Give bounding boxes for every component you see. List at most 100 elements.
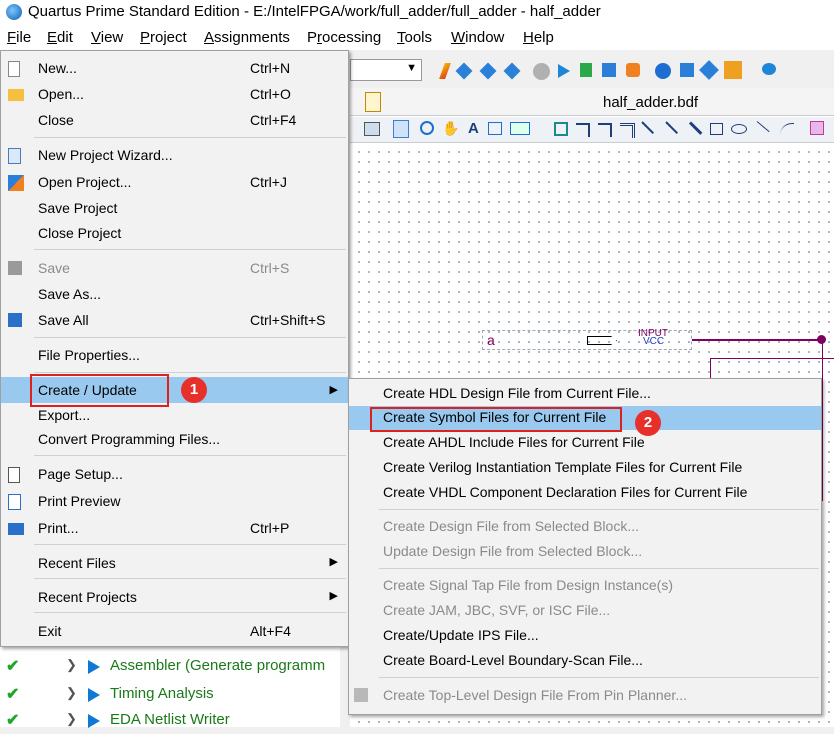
submenu-item[interactable]: Create AHDL Include Files for Current Fi… [349,431,821,455]
submenu-item[interactable]: Create HDL Design File from Current File… [349,382,821,406]
partial-line-select-icon[interactable] [810,121,824,135]
separator [34,137,346,138]
stop-icon[interactable] [533,63,550,80]
menu-help[interactable]: Help [523,29,554,46]
play-icon [88,688,100,702]
pencil-icon[interactable] [439,63,451,79]
submenu-item-label: Create HDL Design File from Current File… [383,385,651,401]
menu-item-new[interactable]: New... Ctrl+N [1,57,348,81]
orthogonal-bus-icon[interactable] [598,123,612,137]
revision-combo[interactable]: ▼ [350,59,422,81]
task-row[interactable]: ✔ ❯ Timing Analysis [0,682,340,708]
selection-tool-icon[interactable] [393,120,409,138]
submenu-arrow-icon: ▶ [329,384,338,396]
rtl-viewer-icon[interactable] [699,60,719,80]
menu-item-close-project[interactable]: Close Project [1,222,348,246]
chevron-right-icon[interactable]: ❯ [66,685,77,701]
submenu-item[interactable]: Create/Update IPS File... [349,624,821,648]
menu-item-label: File Properties... [38,347,140,363]
menu-item-exit[interactable]: Exit Alt+F4 [1,620,348,644]
menu-item-open-project[interactable]: Open Project... Ctrl+J [1,171,348,195]
menu-item-recent-files[interactable]: Recent Files ▶ [1,552,348,576]
menu-item-save-project[interactable]: Save Project [1,197,348,221]
text-tool-icon[interactable]: A [468,120,479,137]
block-tool-icon[interactable] [554,122,568,136]
separator [34,612,346,613]
diagonal-bus-icon[interactable] [665,121,679,135]
submenu-item[interactable]: Create VHDL Component Declaration Files … [349,481,821,505]
submenu-item[interactable]: Create Verilog Instantiation Template Fi… [349,456,821,480]
submenu-item[interactable]: Update Design File from Selected Block..… [349,540,821,564]
annotation-badge: 2 [635,410,661,436]
wizard-icon [8,148,21,164]
symbol-tool-icon[interactable] [488,122,502,135]
chevron-right-icon[interactable]: ❯ [66,711,77,727]
menu-item-convert-programming-files[interactable]: Convert Programming Files... [1,428,348,452]
menu-item-print-preview[interactable]: Print Preview [1,490,348,514]
menu-item-new-project-wizard[interactable]: New Project Wizard... [1,144,348,168]
chat-icon[interactable] [762,63,776,75]
task-row[interactable]: ✔ ❯ Assembler (Generate programm [0,654,340,680]
menu-tools[interactable]: Tools [397,29,432,46]
submenu-item[interactable]: Create Signal Tap File from Design Insta… [349,574,821,598]
submenu-item[interactable]: Create Board-Level Boundary-Scan File... [349,649,821,673]
menu-item-page-setup[interactable]: Page Setup... [1,463,348,487]
task-label: EDA Netlist Writer [110,711,230,728]
menu-item-file-properties[interactable]: File Properties... [1,344,348,368]
menu-window[interactable]: Window [451,29,504,46]
menu-assignments[interactable]: Assignments [204,29,290,46]
separator [34,337,346,338]
menu-item-open[interactable]: Open... Ctrl+O [1,83,348,107]
rectangle-tool-icon[interactable] [710,123,723,135]
menu-item-label: Save [38,260,70,276]
check-icon[interactable] [580,63,592,77]
menu-item-save[interactable]: Save Ctrl+S [1,257,348,281]
start-compilation-icon[interactable] [558,64,570,78]
menu-processing[interactable]: Processing [307,29,381,46]
eda-icon[interactable] [626,63,640,77]
programmer-icon[interactable] [724,61,742,79]
netlist-icon[interactable] [680,63,694,77]
menu-item-save-all[interactable]: Save All Ctrl+Shift+S [1,309,348,333]
chip-planner-icon[interactable] [655,63,671,79]
conduit-icon[interactable] [620,123,635,138]
analysis-icon[interactable] [455,62,473,80]
orthogonal-node-icon[interactable] [576,123,590,137]
menu-item-close[interactable]: Close Ctrl+F4 [1,109,348,133]
menu-item-print[interactable]: Print... Ctrl+P [1,517,348,541]
submenu-item[interactable]: Create JAM, JBC, SVF, or ISC File... [349,599,821,623]
fitter-icon[interactable] [503,62,521,80]
line-tool-icon[interactable] [756,121,770,133]
menu-item-label: Close [38,112,74,128]
submenu-item-label: Create Design File from Selected Block..… [383,518,639,534]
menu-item-save-as[interactable]: Save As... [1,283,348,307]
diagonal-conduit-icon[interactable] [688,121,703,135]
menu-view[interactable]: View [91,29,123,46]
pin-tool-icon[interactable] [510,122,530,135]
wire [710,358,711,378]
wire [822,341,823,501]
submenu-item[interactable]: Create Top-Level Design File From Pin Pl… [349,684,821,708]
open-folder-icon [8,89,24,101]
timing-icon[interactable] [602,63,616,77]
document-tab[interactable]: half_adder.bdf [350,88,834,116]
input-pin-symbol[interactable]: a INPUT VCC [482,328,692,350]
zoom-tool-icon[interactable] [420,121,434,135]
menu-edit[interactable]: Edit [47,29,73,46]
menu-file[interactable]: File [7,29,31,46]
save-all-icon [8,313,22,327]
menu-project[interactable]: Project [140,29,187,46]
menu-item-export[interactable]: Export... [1,404,348,428]
submenu-item[interactable]: Create Design File from Selected Block..… [349,515,821,539]
menu-item-recent-projects[interactable]: Recent Projects ▶ [1,586,348,610]
oval-tool-icon[interactable] [731,124,747,134]
shortcut: Ctrl+N [250,60,291,76]
window-icon[interactable] [364,122,380,136]
arc-tool-icon[interactable] [780,123,794,136]
synthesis-icon[interactable] [479,62,497,80]
diagonal-node-icon[interactable] [641,121,655,135]
chevron-right-icon[interactable]: ❯ [66,657,77,673]
submenu-item-label: Create Board-Level Boundary-Scan File... [383,652,643,668]
hand-tool-icon[interactable]: ✋ [442,120,459,137]
task-row[interactable]: ✔ ❯ EDA Netlist Writer [0,708,340,734]
